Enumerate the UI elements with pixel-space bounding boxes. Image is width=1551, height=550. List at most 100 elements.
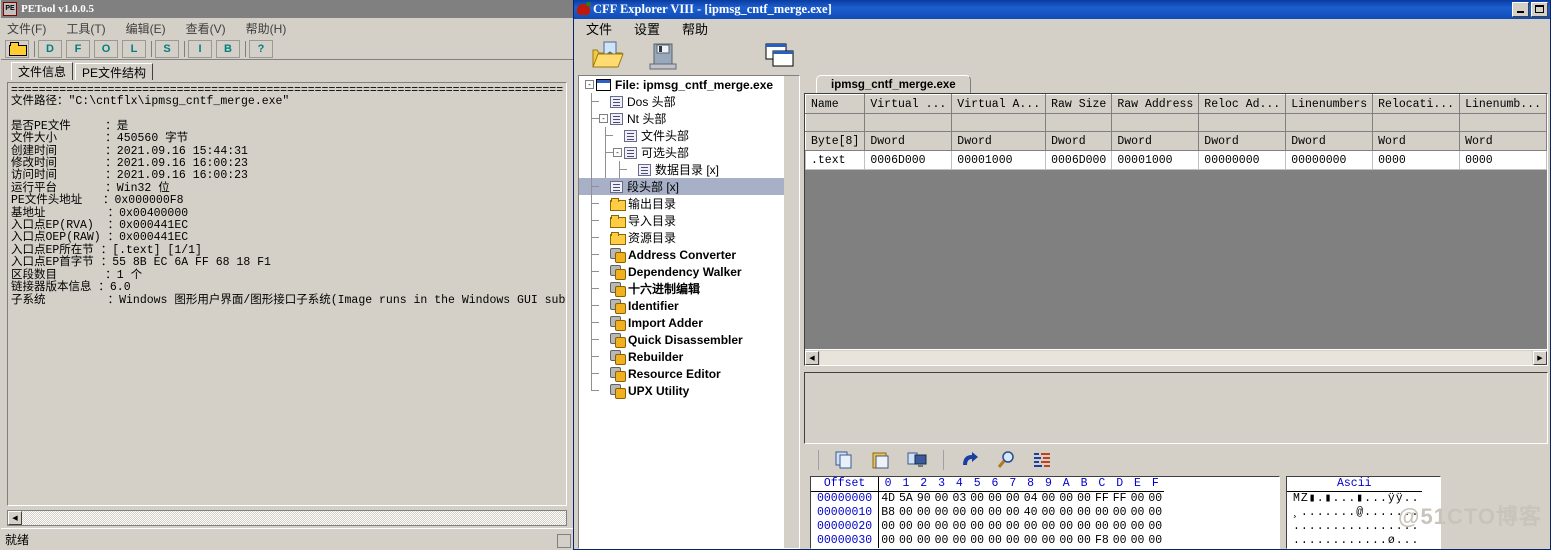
resize-grip[interactable] [557, 534, 571, 548]
hex-byte[interactable]: 00 [986, 506, 1004, 520]
hex-byte[interactable]: 00 [1146, 506, 1164, 520]
hex-byte[interactable]: 00 [1111, 506, 1129, 520]
column-header[interactable]: Raw Size [1045, 94, 1113, 114]
hex-byte[interactable]: 00 [1129, 534, 1147, 548]
hex-byte[interactable]: 00 [1075, 492, 1093, 507]
windows-icon[interactable] [762, 40, 796, 72]
hex-byte[interactable]: B8 [879, 506, 897, 520]
toolbar-button-b[interactable]: B [216, 39, 240, 58]
tree-item-8[interactable]: 导入目录 [579, 212, 799, 229]
tree-expander-icon[interactable]: - [613, 148, 622, 157]
column-header[interactable]: Virtual ... [864, 94, 953, 114]
hex-byte[interactable]: 00 [1146, 492, 1164, 507]
tree-item-7[interactable]: 输出目录 [579, 195, 799, 212]
tree-scrollbar[interactable] [784, 76, 799, 548]
hex-byte[interactable]: 5A [897, 492, 915, 507]
hex-byte[interactable]: 00 [879, 534, 897, 548]
section-table-hscrollbar[interactable]: ◀ ▶ [805, 349, 1547, 365]
hex-byte[interactable]: 00 [933, 506, 951, 520]
tree-item-12[interactable]: 十六进制编辑 [579, 280, 799, 297]
hex-byte[interactable]: 00 [879, 520, 897, 534]
file-info-textarea[interactable]: ========================================… [7, 82, 567, 506]
cff-menu-settings[interactable]: 设置 [634, 19, 660, 38]
table-cell[interactable]: 0000 [1459, 150, 1547, 170]
toolbar-button-d[interactable]: D [38, 39, 62, 58]
open-file-button[interactable] [5, 39, 29, 58]
save-file-icon[interactable] [646, 40, 680, 72]
menu-file[interactable]: 文件(F) [7, 20, 46, 37]
hex-row[interactable]: 00000000 4D 5A 90 00 03 00 00 00 04 00 00 00 FF FF 00 00 [811, 491, 1164, 507]
table-cell[interactable]: 00001000 [1111, 150, 1200, 170]
tree-item-1[interactable]: Dos 头部 [579, 93, 799, 110]
ascii-row[interactable]: ............ø... [1287, 534, 1422, 548]
copy-icon[interactable] [835, 451, 855, 469]
tree-item-0[interactable]: - File: ipmsg_cntf_merge.exe [579, 76, 799, 93]
hex-byte[interactable]: 00 [1057, 534, 1075, 548]
menu-tools[interactable]: 工具(T) [66, 20, 105, 37]
hex-byte[interactable]: 00 [1040, 520, 1058, 534]
toolbar-button-help[interactable]: ? [249, 39, 273, 58]
hex-byte[interactable]: 00 [1111, 520, 1129, 534]
tree-item-6[interactable]: 段头部 [x] [579, 178, 799, 195]
tree-item-16[interactable]: Rebuilder [579, 348, 799, 365]
tab-ipmsg-cntf-merge-exe[interactable]: ipmsg_cntf_merge.exe [816, 75, 971, 93]
hex-ascii-table[interactable]: Ascii MZ▮.▮...▮...ÿÿ.. ¸.......@..........… [1287, 477, 1422, 548]
menu-view[interactable]: 查看(V) [186, 20, 226, 37]
hex-byte[interactable]: 00 [1129, 506, 1147, 520]
toolbar-button-f[interactable]: F [66, 39, 90, 58]
hex-byte[interactable]: 00 [1075, 520, 1093, 534]
tree-item-4[interactable]: - 可选头部 [579, 144, 799, 161]
hex-ascii-panel[interactable]: Ascii MZ▮.▮...▮...ÿÿ.. ¸.......@..........… [1286, 476, 1441, 549]
hex-byte[interactable]: 03 [950, 492, 968, 507]
hex-byte[interactable]: 00 [1057, 520, 1075, 534]
maximize-button[interactable] [1531, 1, 1548, 17]
hex-byte[interactable]: 00 [1040, 534, 1058, 548]
tree-expander-icon[interactable]: - [599, 114, 608, 123]
ascii-text[interactable]: ............ø... [1287, 534, 1422, 548]
hex-byte[interactable]: 00 [897, 520, 915, 534]
menu-edit[interactable]: 编辑(E) [126, 20, 166, 37]
toolbar-button-l[interactable]: L [122, 39, 146, 58]
hex-byte[interactable]: 00 [915, 506, 933, 520]
hex-bytes-table[interactable]: Offset 0 1 2 3 4 5 6 7 8 9 A B C D E F 00000000 4D 5A 90 00 03… [811, 477, 1165, 548]
scrollbar-track[interactable] [22, 511, 566, 525]
hex-byte[interactable]: 00 [1146, 534, 1164, 548]
hex-byte[interactable]: 00 [897, 534, 915, 548]
column-header[interactable]: Linenumb... [1459, 94, 1547, 114]
hex-byte[interactable]: 00 [1022, 520, 1040, 534]
tree-item-5[interactable]: 数据目录 [x] [579, 161, 799, 178]
hex-byte[interactable]: 00 [1004, 506, 1022, 520]
table-cell[interactable]: 0006D000 [1045, 150, 1113, 170]
hex-byte[interactable]: 00 [950, 506, 968, 520]
hex-byte[interactable]: 40 [1022, 506, 1040, 520]
tree-item-2[interactable]: - Nt 头部 [579, 110, 799, 127]
paste-icon[interactable] [871, 451, 891, 469]
hex-byte[interactable]: 00 [1004, 520, 1022, 534]
hex-byte[interactable]: 00 [986, 520, 1004, 534]
hex-byte[interactable]: 00 [1093, 506, 1111, 520]
minimize-button[interactable] [1512, 1, 1529, 17]
hex-byte[interactable]: 00 [1057, 506, 1075, 520]
cff-menu-help[interactable]: 帮助 [682, 19, 708, 38]
hex-byte[interactable]: 00 [950, 520, 968, 534]
ascii-text[interactable]: MZ▮.▮...▮...ÿÿ.. [1287, 492, 1422, 507]
menu-help[interactable]: 帮助(H) [246, 20, 287, 37]
tree-item-18[interactable]: UPX Utility [579, 382, 799, 399]
column-header[interactable]: Name [805, 94, 866, 114]
column-header[interactable]: Raw Address [1111, 94, 1200, 114]
section-scrollbar-track[interactable] [820, 350, 1532, 365]
hex-byte[interactable]: 00 [1146, 520, 1164, 534]
toolbar-button-s[interactable]: S [155, 39, 179, 58]
tab-pe-structure[interactable]: PE文件结构 [75, 63, 154, 80]
tree-item-15[interactable]: Quick Disassembler [579, 331, 799, 348]
table-cell[interactable]: .text [805, 150, 866, 170]
hex-byte[interactable]: 00 [933, 492, 951, 507]
copy-to-screen-icon[interactable] [907, 451, 927, 469]
hex-byte[interactable]: FF [1093, 492, 1111, 507]
table-cell[interactable]: 00001000 [951, 150, 1047, 170]
hex-byte[interactable]: 00 [897, 506, 915, 520]
hex-byte[interactable]: 00 [950, 534, 968, 548]
ascii-row[interactable]: ................ [1287, 520, 1422, 534]
column-header[interactable]: Virtual A... [951, 94, 1047, 114]
column-header[interactable]: Linenumbers [1285, 94, 1374, 114]
